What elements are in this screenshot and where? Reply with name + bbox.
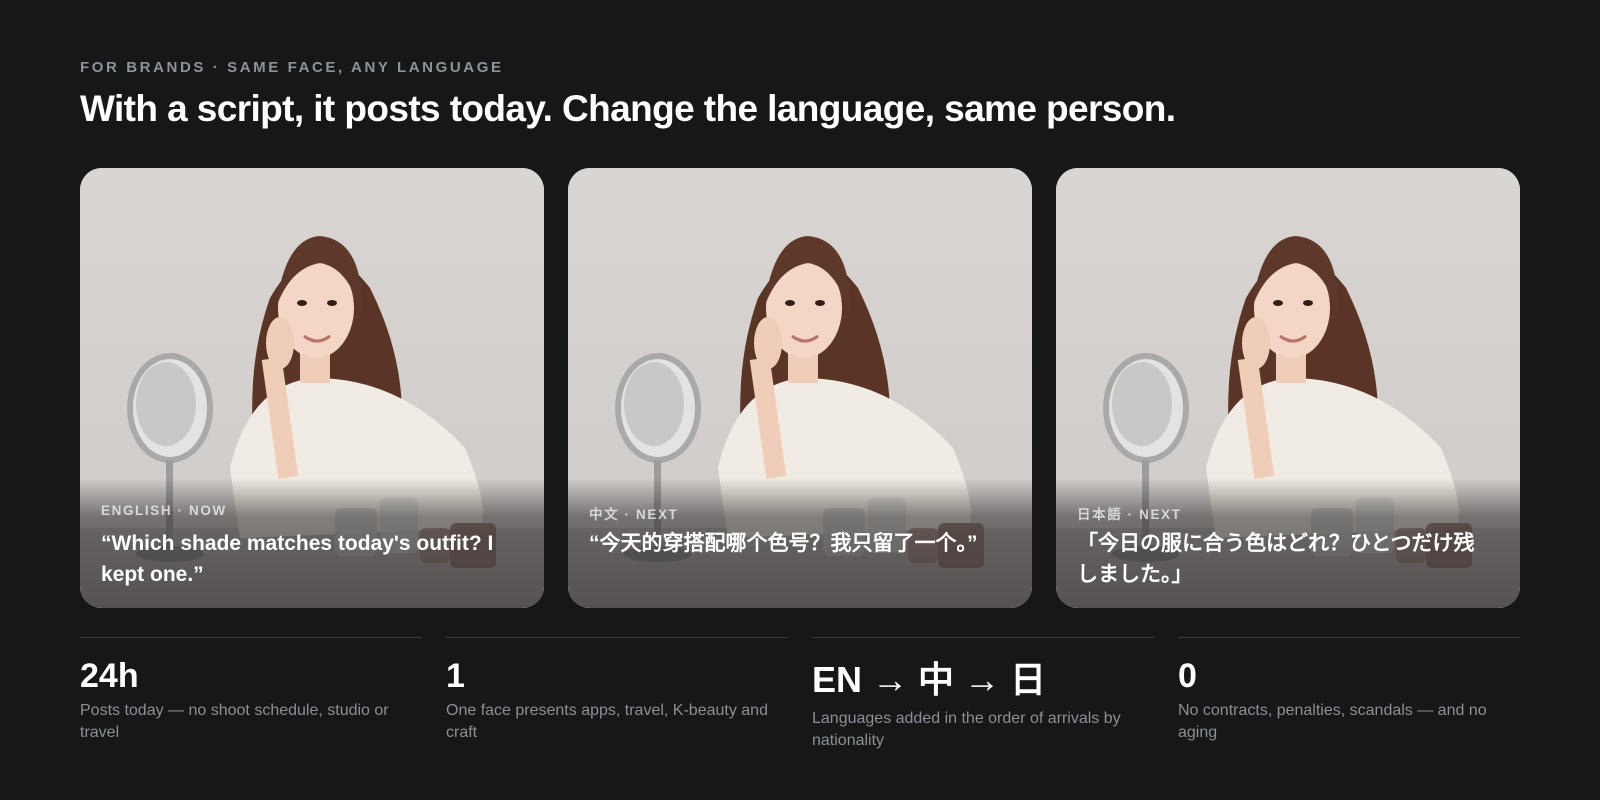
section-eyebrow: FOR BRANDS · SAME FACE, ANY LANGUAGE — [80, 59, 504, 76]
stat-value: 0 — [1178, 657, 1197, 695]
caption-quote: 「今日の服に合う色はどれ？ひとつだけ残しました。」 — [1077, 532, 1475, 586]
card-english[interactable]: ENGLISH · NOW “Which shade matches today… — [80, 168, 544, 608]
brands-section: FOR BRANDS · SAME FACE, ANY LANGUAGE Wit… — [0, 0, 1600, 800]
caption-quote: “Which shade matches today's outfit? I k… — [101, 532, 494, 586]
stat-value: EN → 中 → 日 — [812, 659, 1047, 700]
stat-posts-today: 24h Posts today — no shoot schedule, stu… — [80, 637, 422, 744]
stat-description: Posts today — no shoot schedule, studio … — [80, 702, 389, 741]
stats-row: 24h Posts today — no shoot schedule, stu… — [80, 637, 1520, 777]
stat-zero-risk: 0 No contracts, penalties, scandals — an… — [1178, 637, 1520, 744]
language-tag: 中文 · NEXT — [589, 507, 679, 522]
stat-description: No contracts, penalties, scandals — and … — [1178, 702, 1487, 741]
card-chinese[interactable]: 中文 · NEXT “今天的穿搭配哪个色号？我只留了一个。” — [568, 168, 1032, 608]
stat-description: One face presents apps, travel, K-beauty… — [446, 702, 768, 741]
stat-value: 1 — [446, 657, 465, 695]
stat-languages: EN → 中 → 日 Languages added in the order … — [812, 637, 1154, 752]
language-tag: 日本語 · NEXT — [1077, 507, 1182, 522]
section-headline: With a script, it posts today. Change th… — [80, 88, 1176, 129]
card-japanese[interactable]: 日本語 · NEXT 「今日の服に合う色はどれ？ひとつだけ残しました。」 — [1056, 168, 1520, 608]
language-tag: ENGLISH · NOW — [101, 503, 227, 518]
stat-one-face: 1 One face presents apps, travel, K-beau… — [446, 637, 788, 744]
caption-quote: “今天的穿搭配哪个色号？我只留了一个。” — [589, 532, 978, 555]
language-cards: ENGLISH · NOW “Which shade matches today… — [80, 168, 1520, 608]
stat-value: 24h — [80, 657, 139, 695]
stat-description: Languages added in the order of arrivals… — [812, 710, 1121, 749]
